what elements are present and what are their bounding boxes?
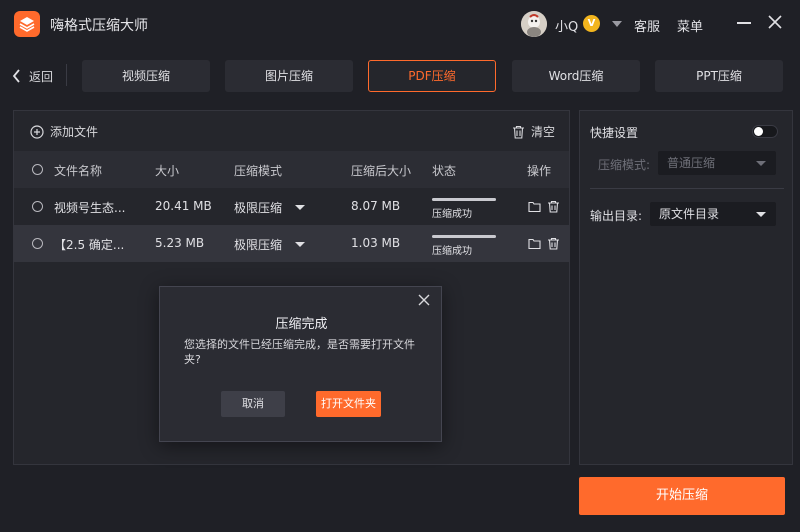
close-icon[interactable] — [766, 13, 784, 31]
file-name: 【2.5 确定... — [54, 238, 125, 252]
back-label: 返回 — [29, 69, 54, 84]
open-folder-button[interactable]: 打开文件夹 — [316, 391, 381, 417]
folder-icon[interactable] — [528, 237, 541, 250]
output-dir-value: 原文件目录 — [659, 207, 720, 221]
progress-bar — [432, 235, 496, 238]
clear-button[interactable]: 清空 — [512, 123, 555, 140]
chevron-down-icon[interactable] — [612, 21, 622, 27]
table-header: 文件名称 大小 压缩模式 压缩后大小 状态 操作 — [14, 151, 569, 188]
vip-badge: V — [583, 15, 600, 32]
mode-select[interactable]: 极限压缩 — [234, 199, 282, 216]
progress-fill — [432, 198, 496, 201]
progress-bar — [432, 198, 496, 201]
progress-fill — [432, 235, 496, 238]
title-bar: 嗨格式压缩大师 小Q V 客服 菜单 — [0, 0, 800, 48]
output-dir-select[interactable]: 原文件目录 — [650, 202, 776, 226]
start-compress-button[interactable]: 开始压缩 — [579, 477, 785, 515]
tab-image-compress[interactable]: 图片压缩 — [225, 60, 353, 92]
mode-select[interactable]: 普通压缩 — [658, 151, 776, 175]
close-icon[interactable] — [418, 294, 430, 306]
header-actions: 操作 — [527, 164, 552, 178]
status-text: 压缩成功 — [432, 246, 472, 257]
add-file-button[interactable]: 添加文件 — [30, 123, 98, 140]
trash-icon[interactable] — [547, 200, 560, 213]
chevron-down-icon[interactable] — [295, 205, 305, 210]
trash-icon[interactable] — [547, 237, 560, 250]
menu-link[interactable]: 菜单 — [677, 16, 703, 35]
tab-video-compress[interactable]: 视频压缩 — [82, 60, 210, 92]
settings-panel: 快捷设置 压缩模式: 普通压缩 输出目录: 原文件目录 — [579, 110, 793, 465]
toggle-knob — [754, 127, 763, 136]
settings-divider — [590, 188, 784, 189]
cancel-button[interactable]: 取消 — [221, 391, 285, 417]
dialog-message: 您选择的文件已经压缩完成，是否需要打开文件夹? — [184, 338, 415, 366]
nav-divider — [66, 64, 67, 86]
quick-settings-label: 快捷设置 — [590, 126, 639, 140]
row-radio[interactable] — [32, 238, 43, 249]
mode-select[interactable]: 极限压缩 — [234, 236, 282, 253]
user-name[interactable]: 小Q — [555, 16, 578, 35]
header-file-name: 文件名称 — [54, 164, 103, 178]
chevron-down-icon — [756, 161, 766, 166]
avatar[interactable] — [521, 11, 547, 37]
customer-service-link[interactable]: 客服 — [634, 16, 660, 35]
folder-icon[interactable] — [528, 200, 541, 213]
file-size: 20.41 MB — [155, 199, 212, 213]
completion-dialog: 压缩完成 您选择的文件已经压缩完成，是否需要打开文件夹? 取消 打开文件夹 — [159, 286, 442, 442]
dialog-title: 压缩完成 — [275, 317, 328, 332]
row-radio[interactable] — [32, 201, 43, 212]
header-status: 状态 — [432, 164, 457, 178]
compressed-size: 8.07 MB — [351, 199, 401, 213]
tab-pdf-compress[interactable]: PDF压缩 — [368, 60, 496, 92]
chevron-down-icon[interactable] — [295, 242, 305, 247]
minimize-icon[interactable] — [737, 22, 751, 24]
mode-label: 压缩模式: — [598, 158, 651, 172]
status-text: 压缩成功 — [432, 209, 472, 220]
app-title: 嗨格式压缩大师 — [50, 18, 148, 34]
compressed-size: 1.03 MB — [351, 236, 401, 250]
file-name: 视频号生态... — [54, 201, 126, 215]
clear-label: 清空 — [531, 125, 556, 139]
trash-icon — [513, 125, 524, 139]
back-button[interactable]: 返回 — [12, 68, 53, 84]
quick-settings-toggle[interactable] — [752, 125, 778, 138]
table-row[interactable]: 【2.5 确定... 5.23 MB 极限压缩 1.03 MB 压缩成功 — [14, 225, 569, 262]
output-dir-label: 输出目录: — [590, 209, 643, 223]
header-size: 大小 — [155, 164, 180, 178]
chevron-left-icon — [12, 69, 20, 83]
table-row[interactable]: 视频号生态... 20.41 MB 极限压缩 8.07 MB 压缩成功 — [14, 188, 569, 225]
mode-value: 普通压缩 — [667, 156, 716, 170]
layers-icon — [14, 11, 40, 37]
file-size: 5.23 MB — [155, 236, 205, 250]
chevron-down-icon — [756, 212, 766, 217]
add-file-label: 添加文件 — [50, 125, 99, 139]
header-mode: 压缩模式 — [234, 164, 283, 178]
plus-circle-icon — [30, 124, 44, 139]
header-compressed-size: 压缩后大小 — [351, 164, 412, 178]
select-all-radio[interactable] — [32, 164, 43, 175]
tab-ppt-compress[interactable]: PPT压缩 — [655, 60, 783, 92]
tab-word-compress[interactable]: Word压缩 — [512, 60, 640, 92]
